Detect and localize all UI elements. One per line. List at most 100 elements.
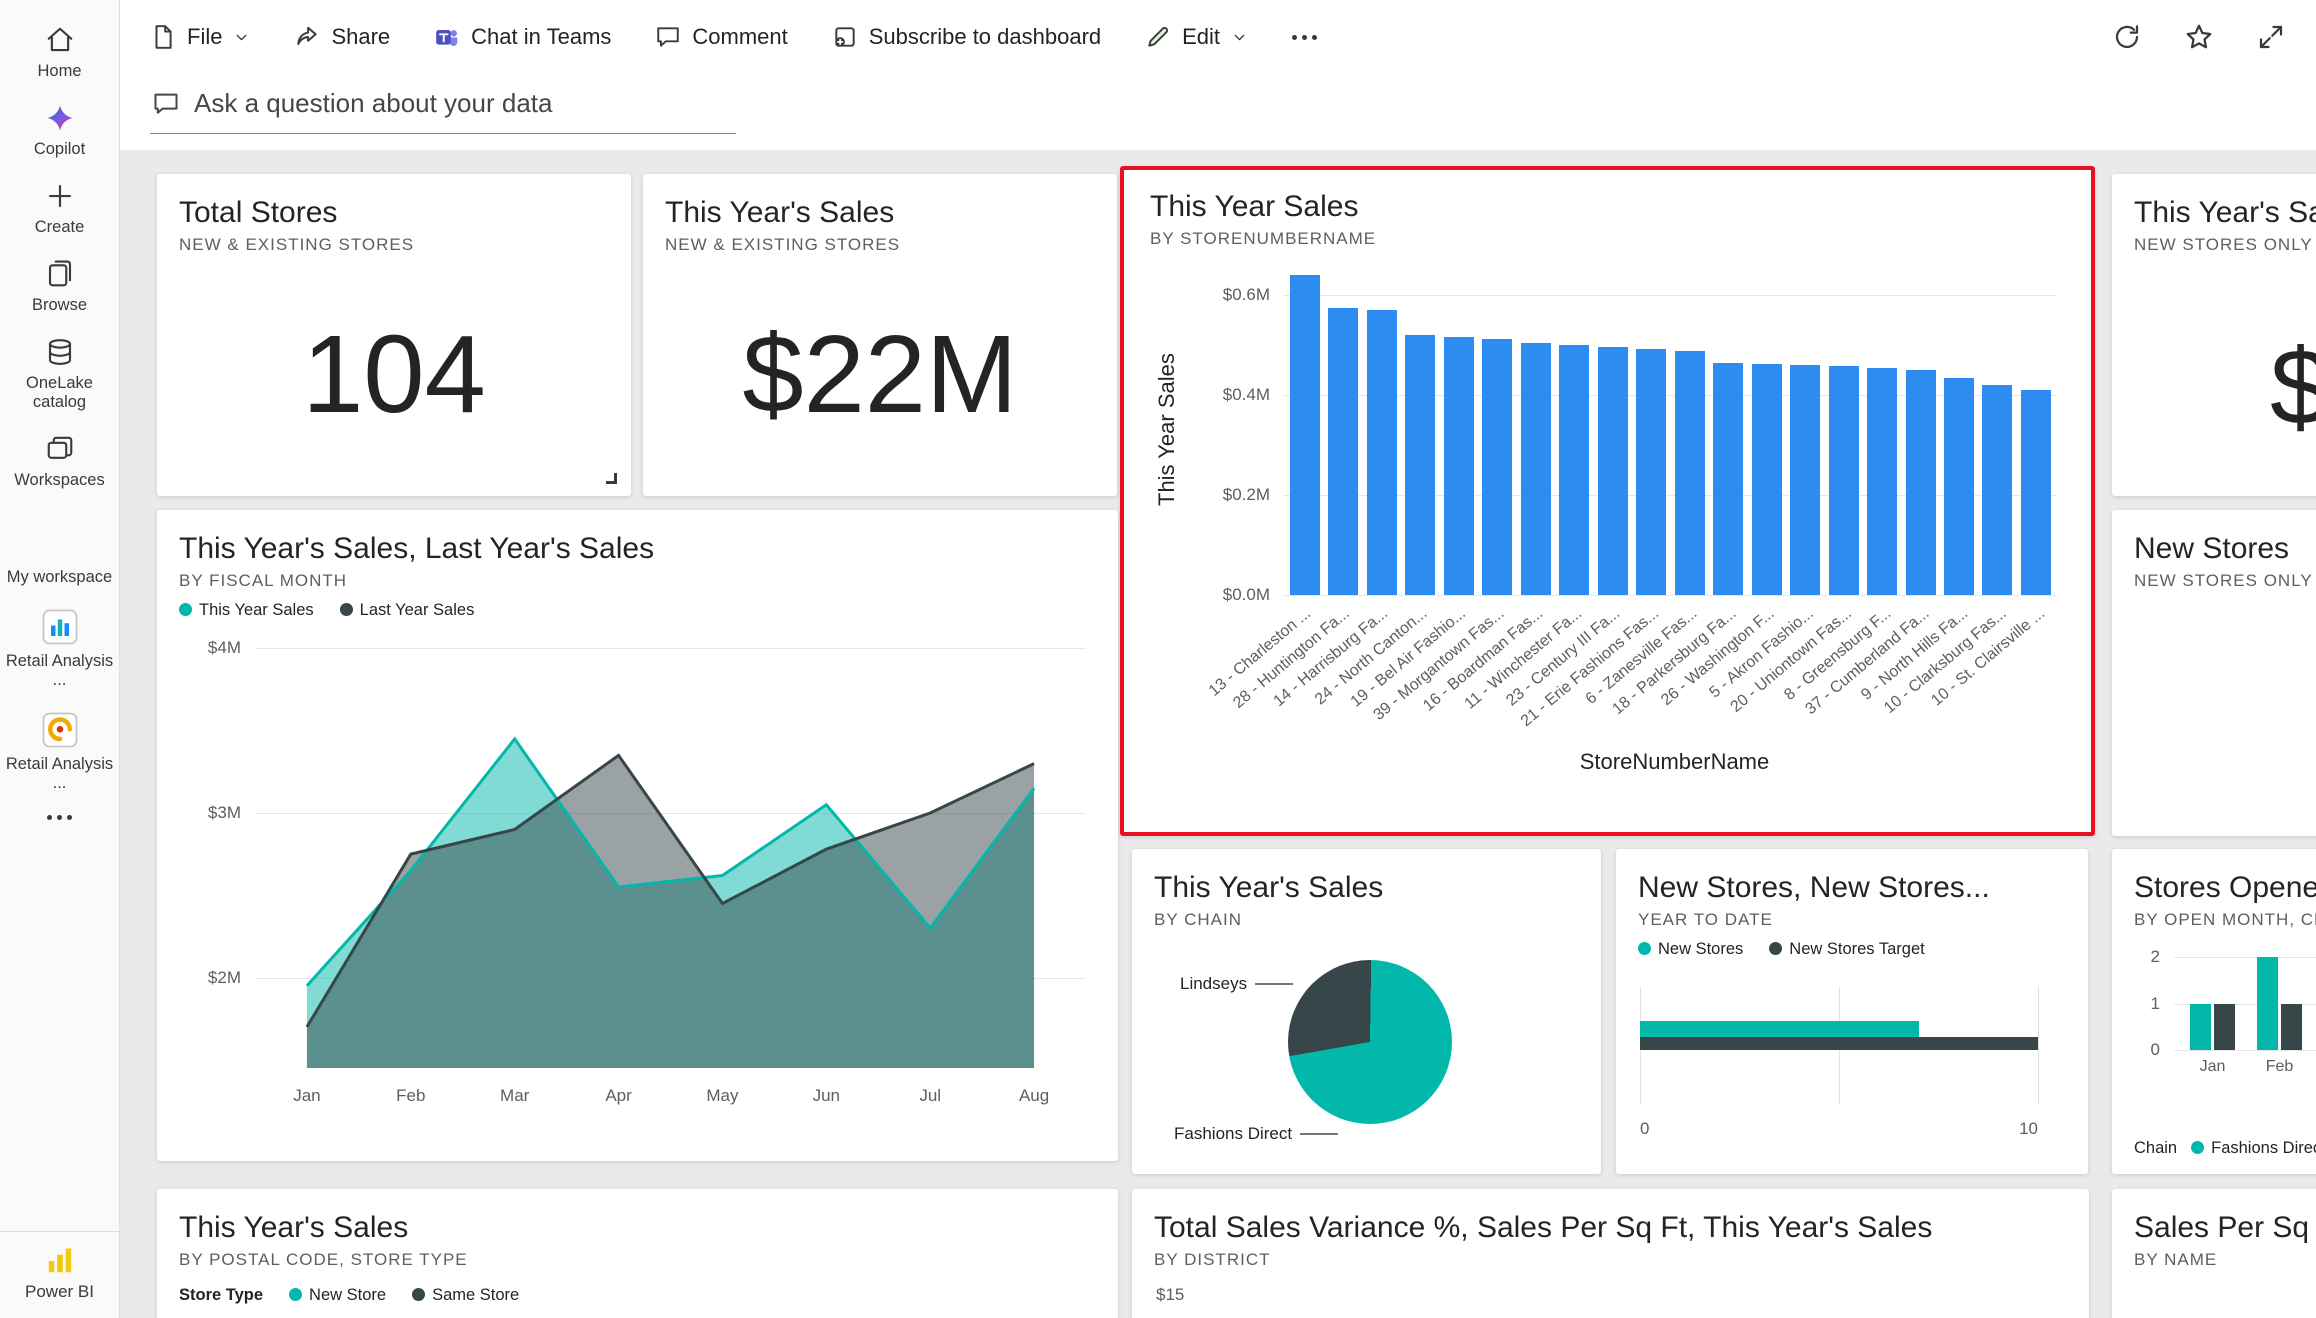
sidebar-item-label: OneLake catalog: [4, 374, 115, 412]
tile-subtitle: BY NAME: [2134, 1250, 2316, 1270]
bar-19 - Bel Air Fashio...[interactable]: [1444, 337, 1474, 596]
sidebar-item-retail-analysis-report[interactable]: Retail Analysis ...: [0, 598, 119, 701]
bar-26 - Washington F...[interactable]: [1752, 364, 1782, 595]
kpi-value: $22M: [665, 311, 1095, 438]
home-icon: [45, 25, 75, 55]
favorite-button[interactable]: [2184, 22, 2214, 52]
tile-sales-by-fiscal-month[interactable]: This Year's Sales, Last Year's Sales BY …: [157, 510, 1118, 1161]
sidebar-item-home[interactable]: Home: [0, 14, 119, 92]
subscribe-button[interactable]: Subscribe to dashboard: [832, 24, 1101, 50]
bar-10 - Clarksburg Fas...[interactable]: [1982, 385, 2012, 595]
pie-chart[interactable]: [1288, 960, 1452, 1124]
sidebar-item-label: My workspace: [7, 568, 112, 587]
edit-label: Edit: [1182, 24, 1220, 50]
bar-23 - Century III Fa...[interactable]: [1598, 347, 1628, 596]
tile-resize-handle[interactable]: [606, 473, 617, 484]
tile-new-stores-ytd[interactable]: New Stores, New Stores... YEAR TO DATE N…: [1616, 849, 2088, 1174]
share-button[interactable]: Share: [294, 24, 390, 50]
sidebar-item-create[interactable]: Create: [0, 170, 119, 248]
column-bar-Fashions Direct[interactable]: [2257, 957, 2278, 1050]
file-menu-button[interactable]: File: [150, 24, 250, 50]
comment-icon: [655, 24, 681, 50]
bar-21 - Erie Fashions Fas...[interactable]: [1636, 349, 1666, 596]
bar-20 - Uniontown Fas...[interactable]: [1829, 366, 1859, 595]
bar-11 - Winchester Fa...[interactable]: [1559, 345, 1589, 595]
tile-sales-per-sq-ft[interactable]: Sales Per Sq Ft BY NAME: [2112, 1189, 2316, 1318]
tile-new-stores[interactable]: New Stores NEW STORES ONLY: [2112, 510, 2316, 836]
bar-13 - Charleston ...[interactable]: [1290, 275, 1320, 595]
bullet-bar-New Stores[interactable]: [1640, 1021, 1919, 1037]
pie-label-lindseys: Lindseys: [1180, 974, 1293, 994]
chart-legend: Store Type New Store Same Store: [179, 1286, 1096, 1305]
sidebar-item-my-workspace[interactable]: My workspace: [0, 557, 119, 598]
edit-menu-button[interactable]: Edit: [1145, 24, 1248, 50]
bar-5 - Akron Fashio...[interactable]: [1790, 365, 1820, 595]
bar-16 - Boardman Fas...[interactable]: [1521, 343, 1551, 596]
legend-item[interactable]: Fashions Direct: [2191, 1139, 2316, 1158]
tile-subtitle: YEAR TO DATE: [1638, 910, 2066, 930]
refresh-button[interactable]: [2112, 22, 2142, 52]
tile-sales-by-chain[interactable]: This Year's Sales BY CHAIN Lindseys Fash…: [1132, 849, 1601, 1174]
tile-this-years-sales-kpi[interactable]: This Year's Sales NEW & EXISTING STORES …: [643, 174, 1117, 496]
tile-this-years-sales-new-stores[interactable]: This Year's Sales NEW STORES ONLY $: [2112, 174, 2316, 496]
bar-8 - Greensburg F...[interactable]: [1867, 368, 1897, 596]
chart-legend: This Year Sales Last Year Sales: [179, 601, 1096, 620]
ellipsis-icon: [47, 815, 72, 820]
subscribe-label: Subscribe to dashboard: [869, 24, 1101, 50]
sidebar-item-browse[interactable]: Browse: [0, 248, 119, 326]
tile-sales-variance-by-district[interactable]: Total Sales Variance %, Sales Per Sq Ft,…: [1132, 1189, 2089, 1318]
fullscreen-button[interactable]: [2256, 22, 2286, 52]
dashboard-toolbar: File Share Chat in Teams Comment: [120, 0, 2316, 74]
legend-item[interactable]: New Stores: [1638, 940, 1743, 959]
bar-28 - Huntington Fa...[interactable]: [1328, 308, 1358, 596]
comment-button[interactable]: Comment: [655, 24, 787, 50]
column-bar-Lindseys[interactable]: [2214, 1004, 2235, 1050]
bar-6 - Zanesville Fas...[interactable]: [1675, 351, 1705, 595]
chat-in-teams-button[interactable]: Chat in Teams: [434, 24, 611, 50]
sidebar-item-workspaces[interactable]: Workspaces: [0, 423, 119, 501]
legend-dot-teal: [289, 1288, 302, 1301]
legend-item[interactable]: Last Year Sales: [340, 601, 475, 620]
y-axis-title: This Year Sales: [1150, 265, 1184, 595]
chart-legend: Chain Fashions Direct: [2134, 1139, 2316, 1158]
ask-question-input[interactable]: Ask a question about your data: [150, 78, 736, 134]
bar-14 - Harrisburg Fa...[interactable]: [1367, 310, 1397, 595]
tile-title: This Year's Sales: [179, 1211, 1096, 1245]
sidebar-item-retail-analysis-dashboard[interactable]: Retail Analysis ...: [0, 701, 119, 804]
powerbi-footer[interactable]: Power BI: [0, 1231, 119, 1318]
bar-9 - North Hills Fa...[interactable]: [1944, 378, 1974, 596]
bar-37 - Cumberland Fa...[interactable]: [1906, 370, 1936, 595]
legend-item[interactable]: New Store: [289, 1286, 386, 1305]
legend-title: Store Type: [179, 1286, 263, 1305]
legend-item[interactable]: This Year Sales: [179, 601, 314, 620]
sidebar-item-label: Copilot: [34, 140, 85, 159]
tile-subtitle: NEW STORES ONLY: [2134, 235, 2316, 255]
bar-chart: $0.0M$0.2M$0.4M$0.6M13 - Charleston ...2…: [1184, 265, 2065, 747]
tile-sales-by-postal-code[interactable]: This Year's Sales BY POSTAL CODE, STORE …: [157, 1189, 1118, 1318]
legend-item[interactable]: New Stores Target: [1769, 940, 1924, 959]
legend-item[interactable]: Same Store: [412, 1286, 519, 1305]
sidebar-item-label: Create: [35, 218, 85, 237]
sidebar-more-button[interactable]: [0, 804, 119, 831]
more-options-button[interactable]: [1292, 35, 1317, 40]
main-area: File Share Chat in Teams Comment: [120, 0, 2316, 1318]
tile-title: Total Sales Variance %, Sales Per Sq Ft,…: [1154, 1211, 2067, 1245]
column-bar-Lindseys[interactable]: [2281, 1004, 2302, 1050]
area-chart: $2M$3M$4MJanFebMarAprMayJunJulAug: [179, 628, 1096, 1106]
sidebar-item-onelake-catalog[interactable]: OneLake catalog: [0, 326, 119, 423]
plus-icon: [45, 181, 75, 211]
column-chart: 012JanFeb: [2134, 936, 2316, 1116]
y-axis-tick: $15: [1156, 1285, 1184, 1305]
tile-this-year-sales-by-store[interactable]: This Year Sales BY STORENUMBERNAME This …: [1120, 166, 2095, 836]
chevron-down-icon: [233, 29, 250, 46]
sidebar-item-copilot[interactable]: Copilot: [0, 92, 119, 170]
bullet-bar-New Stores Target[interactable]: [1640, 1037, 2038, 1050]
bar-39 - Morgantown Fas...[interactable]: [1482, 339, 1512, 596]
column-bar-Fashions Direct[interactable]: [2190, 1004, 2211, 1050]
tile-total-stores[interactable]: Total Stores NEW & EXISTING STORES 104: [157, 174, 631, 496]
tile-stores-opened[interactable]: Stores Opened BY OPEN MONTH, CHAIN 012Ja…: [2112, 849, 2316, 1174]
bar-18 - Parkersburg Fa...[interactable]: [1713, 363, 1743, 596]
dashboard-gauge-icon: [42, 712, 78, 748]
bar-24 - North Canton...[interactable]: [1405, 335, 1435, 595]
bar-10 - St. Clairsville ...[interactable]: [2021, 390, 2051, 595]
